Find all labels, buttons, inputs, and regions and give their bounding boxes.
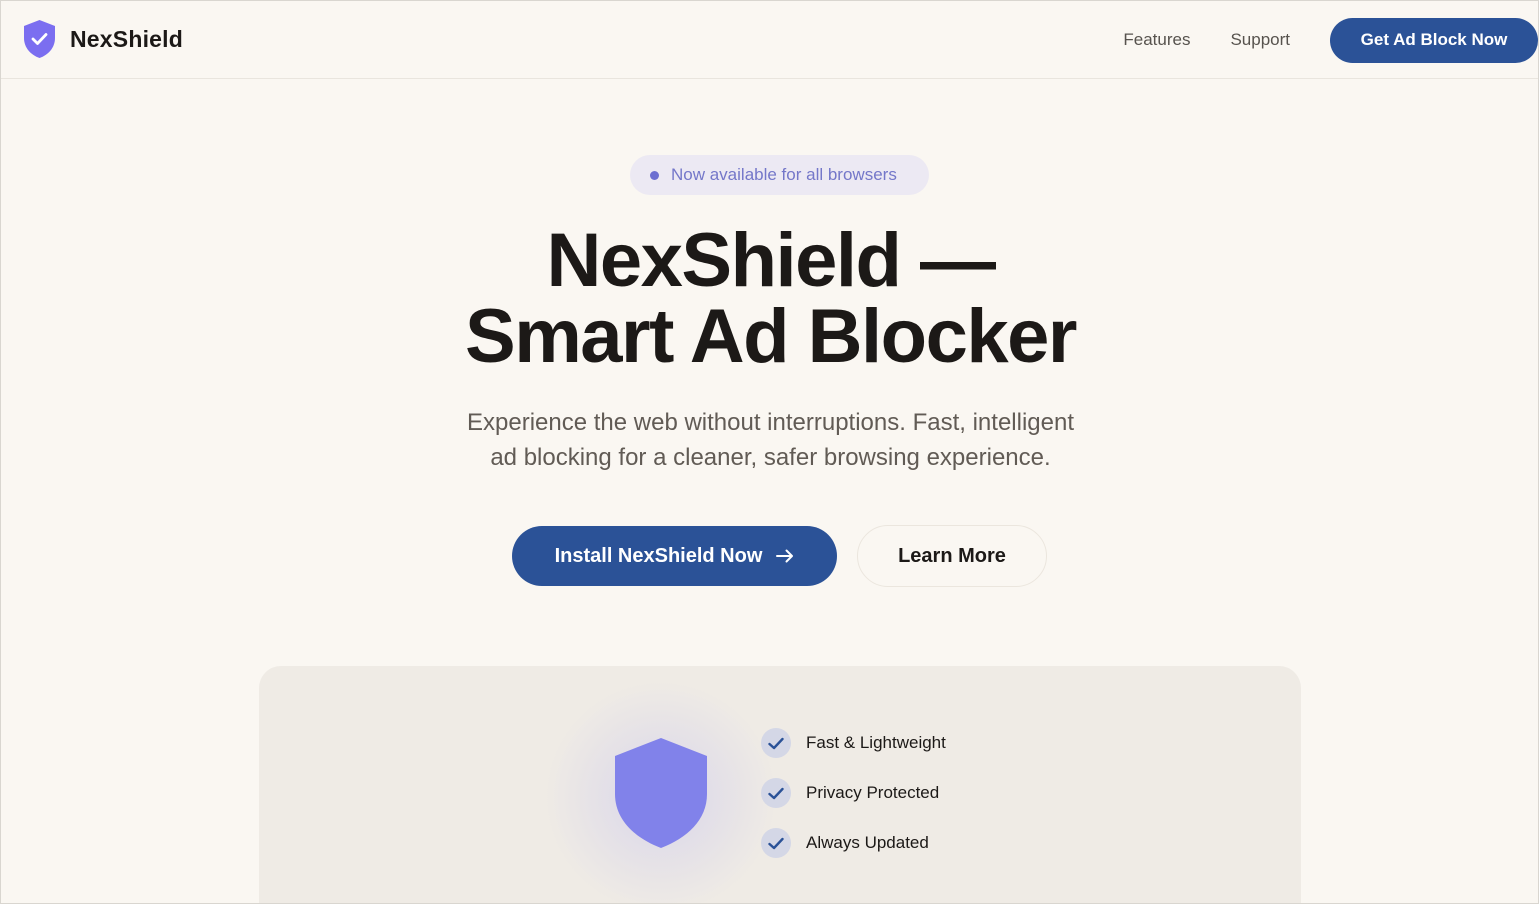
hero-subtitle-line-2: ad blocking for a cleaner, safer browsin…: [490, 444, 1051, 471]
list-item: Privacy Protected: [761, 778, 946, 808]
check-icon: [761, 828, 791, 858]
install-button[interactable]: Install NexShield Now: [512, 526, 837, 586]
get-ad-block-button[interactable]: Get Ad Block Now: [1330, 17, 1538, 63]
hero-title-line-2: Smart Ad Blocker: [465, 294, 1077, 379]
feature-label: Fast & Lightweight: [806, 733, 946, 752]
list-item: Fast & Lightweight: [761, 728, 946, 758]
check-icon: [761, 778, 791, 808]
availability-badge: Now available for all browsers: [630, 155, 929, 195]
hero-subtitle-line-1: Experience the web without interruptions…: [467, 409, 1074, 436]
badge-label: Now available for all browsers: [671, 165, 897, 184]
nav-link-support[interactable]: Support: [1230, 30, 1290, 50]
nav-link-features[interactable]: Features: [1123, 30, 1190, 50]
learn-more-button[interactable]: Learn More: [857, 525, 1047, 587]
list-item: Always Updated: [761, 828, 946, 858]
brand-name: NexShield: [70, 25, 184, 52]
shield-icon: [615, 738, 707, 848]
main-nav: Features Support Get Ad Block Now: [1123, 17, 1538, 63]
feature-label: Privacy Protected: [806, 783, 940, 802]
hero-subtitle: Experience the web without interruptions…: [1, 405, 1538, 475]
arrow-right-icon: [776, 549, 794, 563]
check-icon: [761, 728, 791, 758]
feature-list: Fast & Lightweight Privacy Protected Alw…: [761, 728, 946, 878]
feature-label: Always Updated: [806, 833, 929, 852]
status-dot-icon: [650, 170, 659, 180]
shield-logo-icon: [24, 20, 55, 58]
hero-title-line-1: NexShield —: [546, 218, 996, 303]
brand-logo[interactable]: NexShield: [23, 19, 183, 59]
hero-title: NexShield — Smart Ad Blocker: [1, 223, 1538, 375]
page: NexShield Features Support Get Ad Block …: [0, 0, 1539, 904]
install-button-label: Install NexShield Now: [554, 544, 763, 567]
site-header: NexShield Features Support Get Ad Block …: [1, 1, 1538, 79]
